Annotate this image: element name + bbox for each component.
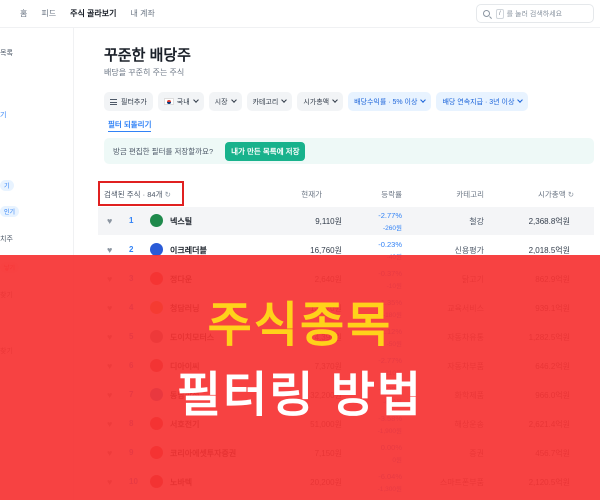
dividend-years-filter-label: 배당 연속지급 · 3년 이상: [442, 98, 515, 106]
save-filter-prompt: 방금 편집한 필터를 저장할까요?: [113, 146, 214, 156]
chevron-down-icon: [281, 97, 288, 103]
country-filter[interactable]: 국내: [157, 92, 204, 111]
dividend-years-filter[interactable]: 배당 연속지급 · 3년 이상: [436, 92, 529, 111]
sort-icon: ↻: [567, 190, 574, 199]
search-placeholder: 를 눌러 검색하세요: [506, 10, 563, 18]
stock-price: 9,110원: [315, 217, 342, 226]
dividend-yield-filter[interactable]: 배당수익률 · 5% 이상: [348, 92, 432, 111]
result-count-label: 검색된 주식 · 84개: [104, 190, 163, 199]
country-filter-label: 국내: [176, 98, 190, 106]
nav-feed[interactable]: 피드: [41, 8, 56, 19]
stock-change-amount: -260원: [383, 225, 402, 232]
sidebar-item-2[interactable]: 기: [0, 110, 6, 120]
header-category[interactable]: 카테고리: [424, 189, 484, 200]
market-cap-filter-label: 시가총액: [303, 98, 330, 106]
table-row[interactable]: ♥ 1 넥스틸 9,110원 -2.77% -260원 철강 2,368.8억원: [98, 207, 594, 235]
sidebar-chip-popular[interactable]: 인기: [0, 206, 20, 217]
stock-name[interactable]: 넥스틸: [170, 216, 192, 227]
heart-icon[interactable]: ♥: [107, 246, 115, 255]
page-title: 꾸준한 배당주: [104, 47, 191, 64]
save-to-my-list-button[interactable]: 내가 만든 목록에 저장: [225, 141, 306, 161]
overlay-title-line2: 필터링 방법: [176, 369, 424, 422]
overlay-title-line1: 주식종목: [207, 299, 393, 352]
filter-bar: 필터추가 국내 시장 카테고리 시가총액 배당수익률 · 5% 이상 배당 연속…: [104, 92, 529, 111]
chevron-down-icon: [517, 97, 524, 103]
nav-my-account[interactable]: 내 계좌: [131, 8, 155, 19]
header-market-cap[interactable]: 시가총액 ↻: [516, 189, 574, 200]
sidebar-chip-1[interactable]: 기: [0, 180, 14, 191]
stock-change-rate: -0.23%: [378, 240, 402, 249]
top-nav: 홈 피드 주식 골라보기 내 계좌 / 를 눌러 검색하세요: [0, 0, 600, 28]
market-filter[interactable]: 시장: [208, 92, 242, 111]
header-change[interactable]: 등락률: [356, 189, 402, 200]
heart-icon[interactable]: ♥: [107, 217, 115, 226]
filter-icon: [110, 98, 117, 105]
refresh-icon[interactable]: ↻: [165, 190, 171, 199]
row-rank: 2: [129, 245, 134, 254]
nav-links: 홈 피드 주식 골라보기 내 계좌: [0, 8, 169, 19]
sidebar-item-list[interactable]: 목록: [0, 48, 13, 58]
nav-home[interactable]: 홈: [20, 8, 27, 19]
chevron-down-icon: [230, 97, 237, 103]
chevron-down-icon: [192, 97, 199, 103]
reset-filters-link[interactable]: 필터 되돌리기: [108, 119, 152, 132]
korea-flag-icon: [163, 98, 174, 105]
search-icon: [483, 10, 490, 17]
category-filter-label: 카테고리: [252, 98, 279, 106]
stock-logo-icon: [150, 214, 163, 227]
header-price[interactable]: 현재가: [282, 189, 322, 200]
stock-change-rate: -2.77%: [378, 211, 402, 220]
save-filter-banner: 방금 편집한 필터를 저장할까요? 내가 만든 목록에 저장: [104, 138, 594, 164]
header-market-cap-label: 시가총액: [538, 190, 566, 199]
dividend-yield-filter-label: 배당수익률 · 5% 이상: [354, 98, 418, 106]
page-subtitle: 배당을 꾸준히 주는 주식: [104, 68, 185, 77]
market-filter-label: 시장: [214, 98, 228, 106]
add-filter-button[interactable]: 필터추가: [104, 92, 153, 111]
add-filter-label: 필터추가: [121, 98, 147, 106]
nav-stock-screener[interactable]: 주식 골라보기: [70, 8, 116, 19]
search-shortcut-key: /: [496, 8, 504, 19]
search-box[interactable]: / 를 눌러 검색하세요: [476, 4, 594, 23]
chevron-down-icon: [420, 97, 427, 103]
category-filter[interactable]: 카테고리: [246, 92, 293, 111]
stock-category: 철강: [469, 217, 484, 226]
chevron-down-icon: [332, 97, 338, 103]
result-count: 검색된 주식 · 84개 ↻: [104, 189, 171, 200]
row-rank: 1: [129, 216, 134, 225]
sidebar-item-value[interactable]: 치주: [0, 234, 13, 244]
stock-market-cap: 2,368.8억원: [528, 217, 570, 226]
market-cap-filter[interactable]: 시가총액: [297, 92, 344, 111]
